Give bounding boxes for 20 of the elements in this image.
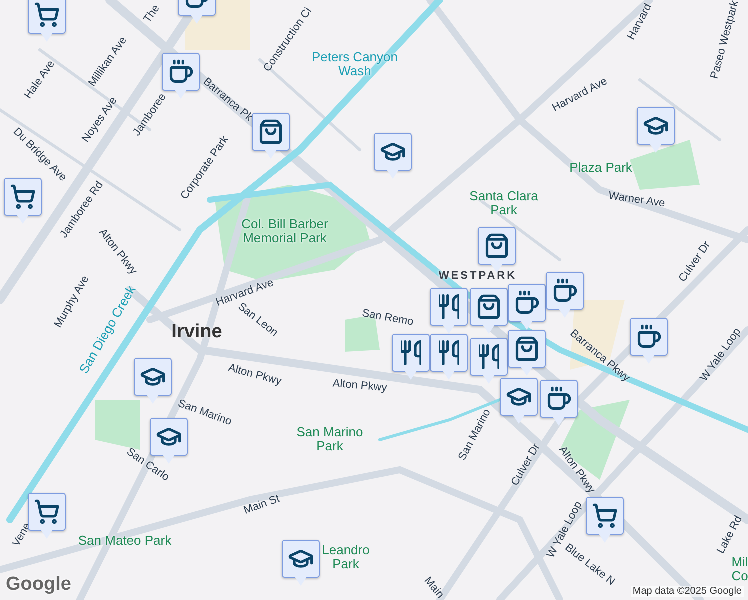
park-label: Mil Co bbox=[730, 556, 748, 584]
district-label: WESTPARK bbox=[438, 270, 518, 282]
logo: Google bbox=[6, 574, 72, 596]
park-label: San Marino Park bbox=[296, 426, 364, 454]
park-label: Santa Clara Park bbox=[469, 190, 539, 218]
waterway-label: Peters Canyon Wash bbox=[311, 50, 399, 80]
street-label: Main St bbox=[242, 492, 282, 518]
park-label: San Mateo Park bbox=[78, 534, 172, 548]
park-label: Leandro Park bbox=[321, 544, 371, 572]
park-label: Col. Bill Barber Memorial Park bbox=[240, 218, 330, 246]
street-label: San Remo bbox=[361, 308, 415, 328]
street-label: Warner Ave bbox=[608, 190, 666, 210]
street-label: The bbox=[142, 2, 162, 26]
map-attribution: Map data ©2025 Google bbox=[630, 586, 744, 597]
street-label: San Marino bbox=[176, 398, 234, 428]
street-label: Alton Pkwy bbox=[227, 362, 283, 388]
street-label: Alton Pkwy bbox=[332, 378, 388, 394]
city-label: Irvine bbox=[172, 322, 222, 344]
park-label: Plaza Park bbox=[570, 160, 632, 176]
street-label: Lake Rd bbox=[715, 514, 745, 556]
